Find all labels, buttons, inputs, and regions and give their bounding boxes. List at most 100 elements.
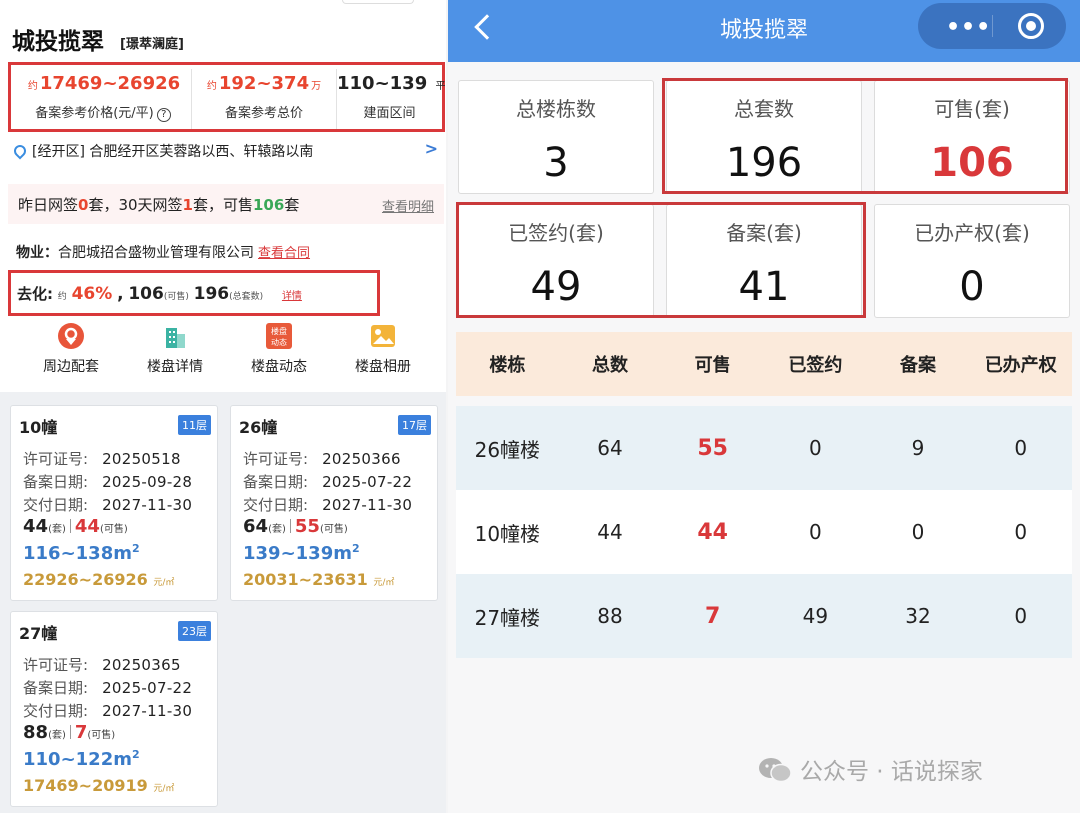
- area-unit: 平: [435, 81, 446, 92]
- price-summary-box: 约 17469~26926 备案参考价格(元/平)? 约 192~374 万 备案参考…: [8, 62, 446, 132]
- permit-row: 许可证号: 20250366: [243, 448, 401, 469]
- watermark: 公众号 · 话说探家: [758, 752, 983, 786]
- divider: [69, 519, 71, 533]
- header-cell: 总数: [592, 355, 628, 376]
- stat-total-buildings: 总楼栋数 3: [458, 80, 654, 194]
- divider: [69, 725, 71, 739]
- view-detail-link[interactable]: 查看明细: [382, 196, 434, 215]
- help-icon[interactable]: ?: [156, 108, 171, 122]
- table-cell: 44: [597, 520, 623, 544]
- table-row[interactable]: 10幢楼 44 44 0 0 0: [456, 490, 1072, 574]
- header-cell: 已办产权: [984, 355, 1057, 376]
- table-cell: 49: [802, 604, 829, 628]
- area-value: 116~138m: [23, 543, 132, 564]
- photo-album-icon: [371, 325, 395, 347]
- stat-value: 3: [543, 140, 569, 186]
- record-date-row: 备案日期: 2025-07-22: [243, 471, 412, 492]
- unit-price-range: 22926~26926 元/㎡: [23, 570, 174, 589]
- destock-detail-link[interactable]: 详情: [282, 291, 302, 302]
- units-tag: (套): [48, 524, 66, 535]
- nav-photo-album[interactable]: 楼盘相册: [333, 322, 433, 376]
- permit-key: 许可证号:: [23, 656, 89, 674]
- close-target-icon[interactable]: [1018, 13, 1044, 39]
- online-sign-summary: 昨日网签0套，30天网签1套，可售106套 查看明细: [8, 184, 444, 224]
- destocking-box: 去化: 约 46% , 106(可售) 196(总套数) 详情: [8, 270, 380, 316]
- permit-row: 许可证号: 20250518: [23, 448, 181, 469]
- address-text: [经开区] 合肥经开区芙蓉路以西、轩辕路以南: [32, 144, 314, 160]
- delivery-key: 交付日期:: [243, 496, 309, 514]
- view-contract-link[interactable]: 查看合同: [258, 246, 310, 261]
- property-company: 合肥城招合盛物业管理有限公司: [58, 245, 254, 261]
- record-value: 2025-07-22: [322, 473, 413, 491]
- total-tag: (总套数): [229, 292, 264, 302]
- watermark-text: 公众号 · 话说探家: [800, 759, 983, 785]
- building-name: 10幢: [19, 418, 58, 437]
- table-row[interactable]: 26幢楼 64 55 0 9 0: [456, 406, 1072, 490]
- record-date-row: 备案日期: 2025-07-22: [23, 677, 192, 698]
- more-icon[interactable]: •••: [946, 15, 991, 40]
- address-row[interactable]: [经开区] 合肥经开区芙蓉路以西、轩辕路以南 >: [11, 139, 438, 169]
- table-cell: 26幢楼: [474, 437, 541, 462]
- record-key: 备案日期:: [23, 679, 89, 697]
- destock-rate: 46%: [71, 284, 113, 304]
- building-table: 楼栋 总数 可售 已签约 备案 已办产权 26幢楼 64 55 0 9 0 10…: [456, 332, 1072, 658]
- header-cell: 备案: [900, 355, 937, 376]
- price-unit: 元/㎡: [373, 578, 395, 588]
- quick-nav: 周边配套 楼盘详情 楼盘 动态 楼盘动态 楼盘相册: [0, 322, 446, 382]
- table-cell: 55: [697, 435, 728, 461]
- stat-label: 总楼栋数: [516, 97, 596, 121]
- approx-prefix: 约: [57, 292, 67, 302]
- delivery-date-row: 交付日期: 2027-11-30: [23, 494, 192, 515]
- total-price-unit: 万: [311, 81, 322, 92]
- location-pin-icon: [11, 142, 29, 160]
- delivery-key: 交付日期:: [23, 702, 89, 720]
- approx-prefix: 约: [206, 81, 217, 92]
- table-cell: 44: [697, 519, 728, 545]
- destock-total: 196: [193, 284, 230, 304]
- nav-label: 楼盘动态: [251, 359, 307, 375]
- area-sup: 2: [131, 748, 140, 761]
- table-cell: 10幢楼: [474, 521, 541, 546]
- building-card-27[interactable]: 27幢 23层 许可证号: 20250365 备案日期: 2025-07-22 交付…: [10, 611, 218, 807]
- project-summary: 城投揽翠 [璟萃澜庭] 约 17469~26926 备案参考价格(元/平)? 约1…: [0, 0, 446, 392]
- record-date-row: 备案日期: 2025-09-28: [23, 471, 192, 492]
- unit-price-range: 17469~20919 元/㎡: [23, 776, 174, 795]
- units-tag: (套): [48, 730, 66, 741]
- area-sup: 2: [351, 542, 360, 555]
- total-units: 44: [23, 516, 49, 537]
- stat-label: 已办产权(套): [914, 221, 1030, 245]
- destock-separator: ,: [117, 284, 124, 304]
- available-tag: (可售): [319, 524, 348, 535]
- building-card-10[interactable]: 10幢 11层 许可证号: 20250518 备案日期: 2025-09-28 交付…: [10, 405, 218, 601]
- nav-project-news[interactable]: 楼盘 动态 楼盘动态: [229, 322, 329, 376]
- permit-value: 20250518: [102, 450, 181, 468]
- total-price-label: 备案参考总价: [224, 106, 303, 121]
- nav-project-detail[interactable]: 楼盘详情: [125, 322, 225, 376]
- sign-text: 套: [284, 196, 300, 214]
- building-card-26[interactable]: 26幢 17层 许可证号: 20250366 备案日期: 2025-07-22 交付…: [230, 405, 438, 601]
- destock-label: 去化:: [17, 285, 53, 303]
- nav-label: 楼盘详情: [147, 359, 203, 375]
- table-cell: 0: [911, 520, 925, 544]
- nav-nearby[interactable]: 周边配套: [21, 322, 121, 376]
- table-cell: 0: [808, 520, 822, 544]
- available-units: 55: [294, 516, 320, 537]
- table-cell: 88: [597, 604, 623, 628]
- table-cell: 7: [705, 603, 721, 629]
- news-icon-text: 动态: [271, 337, 287, 347]
- news-badge-icon: 楼盘动态: [266, 323, 292, 349]
- table-cell: 64: [597, 436, 623, 460]
- property-management-row: 物业：合肥城招合盛物业管理有限公司 查看合同: [16, 242, 310, 262]
- top-tab-stub: [342, 0, 414, 4]
- delivery-value: 2027-11-30: [102, 496, 193, 514]
- area-range: 139~139m2: [243, 542, 360, 564]
- highlight-frame: [456, 202, 866, 318]
- area-range: 110~122m2: [23, 748, 140, 770]
- table-header: 楼栋 总数 可售 已签约 备案 已办产权: [456, 332, 1072, 396]
- area-sup: 2: [131, 542, 140, 555]
- table-row[interactable]: 27幢楼 88 7 49 32 0: [456, 574, 1072, 658]
- divider: [289, 519, 291, 533]
- record-key: 备案日期:: [243, 473, 309, 491]
- nav-header: 城投揽翠 •••: [448, 0, 1080, 62]
- floors-badge: 11层: [178, 415, 211, 435]
